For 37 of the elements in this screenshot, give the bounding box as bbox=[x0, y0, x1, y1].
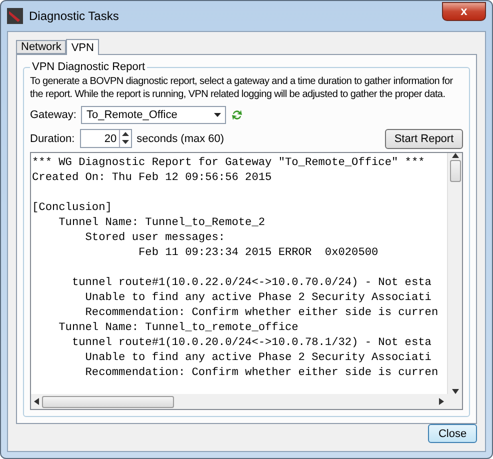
report-line: Stored user messages: bbox=[84, 231, 226, 246]
report-line: [Conclusion] bbox=[32, 201, 113, 216]
report-line: Recommendation: Confirm whether either side is curren bbox=[84, 366, 440, 381]
app-icon bbox=[7, 8, 23, 24]
scroll-up-icon[interactable] bbox=[452, 153, 458, 158]
start-report-button[interactable]: Start Report bbox=[385, 128, 463, 148]
report-text-area[interactable] bbox=[30, 152, 463, 410]
scroll-thumb[interactable] bbox=[42, 396, 174, 408]
duration-spinner[interactable]: 20 bbox=[80, 129, 132, 148]
vertical-scrollbar[interactable] bbox=[447, 153, 462, 394]
gateway-dropdown[interactable]: To_Remote_Office bbox=[81, 106, 226, 124]
description: To generate a BOVPN diagnostic report, select a gateway and a time duration to gather information for the report. While the report is running, VPN related logging will be adjusted to gather the proper data. bbox=[30, 75, 454, 101]
tab[interactable]: VPN bbox=[66, 39, 99, 55]
report-line: tunnel route#1(10.0.20.0/24<->10.0.78.1/32) - Not esta bbox=[70, 336, 432, 351]
report-line: Unable to find any active Phase 2 Security Associati bbox=[84, 351, 432, 366]
scroll-left-icon[interactable] bbox=[34, 398, 39, 405]
group-title: VPN Diagnostic Report bbox=[31, 61, 146, 73]
scroll-thumb[interactable] bbox=[450, 160, 460, 182]
report-line: Unable to find any active Phase 2 Security Associati bbox=[84, 291, 432, 306]
report-line: Feb 11 09:23:34 2015 ERROR 0x020500 bbox=[138, 246, 380, 261]
duration-hint: seconds (max 60) bbox=[136, 132, 224, 144]
report-line: Recommendation: Confirm whether either side is curren bbox=[84, 306, 440, 321]
report-line: tunnel route#1(10.0.22.0/24<->10.0.70.0/24) - Not esta bbox=[70, 276, 432, 291]
gateway-label: Gateway: bbox=[30, 108, 76, 122]
report-line: Tunnel Name: Tunnel_to_Remote_2 bbox=[58, 216, 266, 231]
refresh-icon[interactable] bbox=[231, 108, 244, 120]
horizontal-scrollbar[interactable] bbox=[31, 394, 447, 409]
dropdown-arrow-icon bbox=[214, 112, 222, 116]
report-line: *** WG Diagnostic Report for Gateway "To_Remote_Office" *** bbox=[32, 156, 426, 171]
report-line: Tunnel Name: Tunnel_to_remote_office bbox=[58, 321, 300, 336]
scroll-right-icon[interactable] bbox=[439, 398, 444, 405]
close-dialog-button[interactable]: Close bbox=[428, 424, 477, 443]
window-close-button[interactable]: x bbox=[442, 2, 486, 20]
report-line: Created On: Thu Feb 12 09:56:56 2015 bbox=[32, 171, 273, 186]
window-title: Diagnostic Tasks bbox=[29, 9, 119, 23]
tab[interactable]: Network bbox=[16, 40, 66, 54]
duration-label: Duration: bbox=[30, 132, 75, 146]
